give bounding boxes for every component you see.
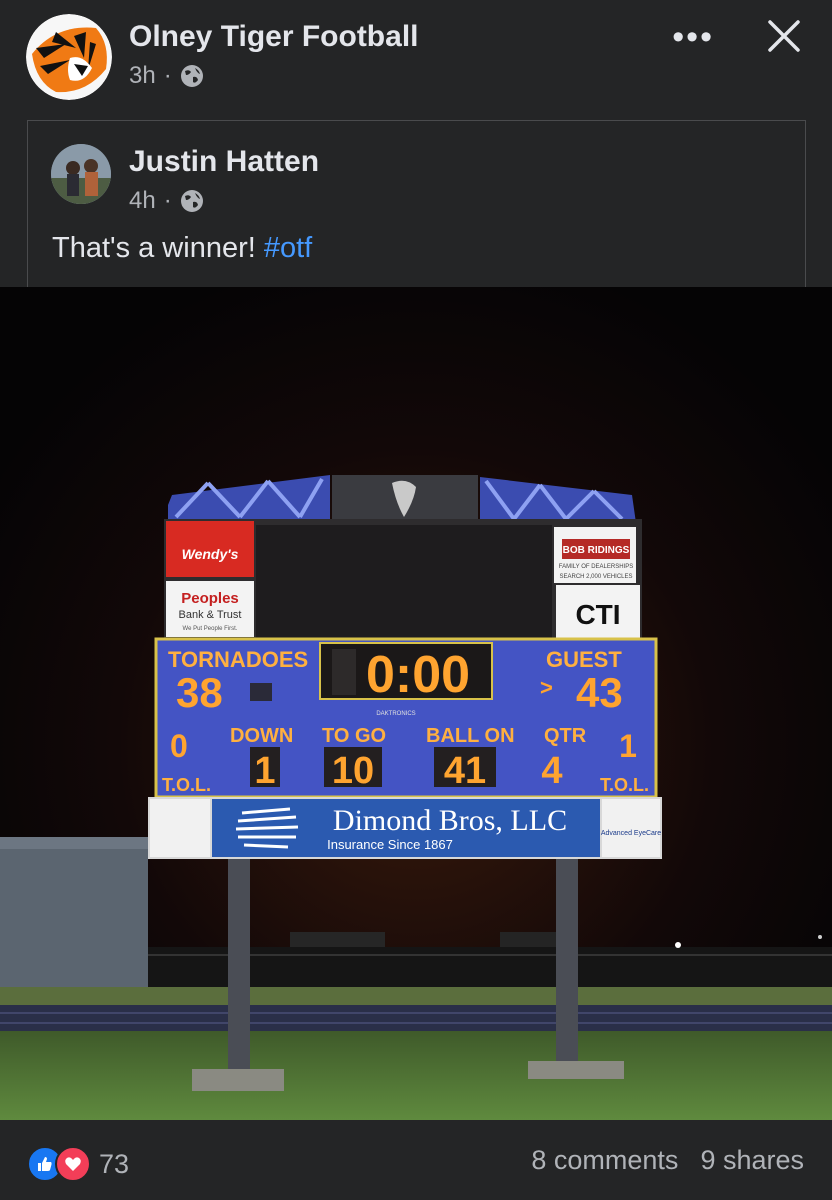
quarter-value: 4: [541, 750, 562, 792]
sponsor-eyecare: Advanced EyeCare: [601, 830, 661, 837]
guest-timeouts: 1: [619, 728, 637, 764]
post-meta: 3h ·: [129, 62, 204, 90]
page-name[interactable]: Olney Tiger Football: [129, 20, 418, 54]
sponsor-peoples: Peoples: [181, 590, 239, 607]
sponsor-peoples-tagline: We Put People First.: [183, 626, 238, 632]
engagement-stats: 8 comments 9 shares: [531, 1145, 804, 1176]
author-avatar[interactable]: [51, 144, 111, 204]
tiger-logo-icon: [26, 14, 112, 100]
shares-link[interactable]: 9 shares: [700, 1145, 804, 1176]
hashtag-link[interactable]: #otf: [264, 232, 312, 264]
home-tol-label: T.O.L.: [162, 775, 211, 795]
sponsor-bob-ridings: BOB RIDINGS: [563, 545, 630, 556]
post-text: That's a winner! #otf: [52, 232, 313, 264]
sponsor-cti: CTI: [575, 599, 620, 630]
home-score: 38: [176, 669, 223, 716]
game-clock: 0:00: [366, 646, 470, 704]
post-time[interactable]: 3h: [129, 62, 156, 90]
sponsor-dimond-sub: Insurance Since 1867: [327, 837, 453, 852]
page-avatar[interactable]: [26, 14, 112, 100]
sponsor-peoples-bank: Bank & Trust: [179, 609, 242, 621]
comments-link[interactable]: 8 comments: [531, 1145, 678, 1176]
ball-on-label: BALL ON: [426, 725, 515, 747]
globe-icon: [180, 65, 203, 87]
sponsor-bob-sub: FAMILY OF DEALERSHIPS: [559, 564, 633, 570]
scoreboard-maker: DAKTRONICS: [376, 711, 415, 717]
home-timeouts: 0: [170, 728, 188, 764]
reaction-count: 73: [99, 1148, 130, 1179]
quarter-label: QTR: [544, 725, 587, 747]
down-value: 1: [254, 750, 275, 792]
sponsor-dimond: Dimond Bros, LLC: [333, 804, 567, 837]
to-go-label: TO GO: [322, 725, 386, 747]
more-options-button[interactable]: •••: [672, 18, 714, 57]
sponsor-bob-search: SEARCH 2,000 VEHICLES: [559, 574, 632, 580]
author-photo-icon: [51, 144, 111, 204]
guest-score: 43: [576, 669, 623, 716]
ball-on-value: 41: [444, 750, 486, 792]
author-name[interactable]: Justin Hatten: [129, 145, 319, 179]
sponsor-wendys: Wendy's: [182, 546, 239, 562]
shared-post-meta: 4h ·: [129, 187, 204, 215]
globe-icon: [180, 190, 203, 212]
possession-indicator: >: [540, 675, 553, 700]
to-go-value: 10: [332, 750, 374, 792]
shared-post-time[interactable]: 4h: [129, 187, 156, 215]
close-icon[interactable]: [764, 16, 804, 56]
down-label: DOWN: [230, 725, 293, 747]
reaction-summary[interactable]: 73: [27, 1146, 129, 1182]
guest-tol-label: T.O.L.: [600, 775, 649, 795]
love-icon: [55, 1146, 91, 1182]
post-photo[interactable]: Wendy's Peoples Bank & Trust We Put Peop…: [0, 287, 832, 1120]
